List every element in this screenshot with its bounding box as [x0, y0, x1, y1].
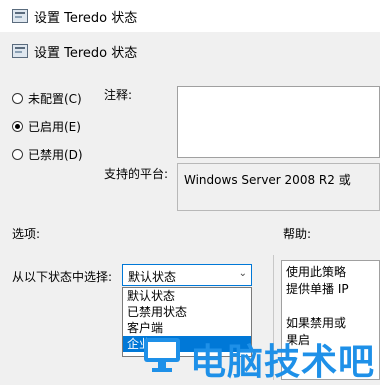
comment-textarea[interactable] [177, 86, 380, 158]
radio-checked-icon [12, 120, 23, 132]
site-watermark: 电脑技术吧 [140, 330, 380, 383]
state-select-label: 从以下状态中选择: [12, 270, 113, 284]
radio-disabled[interactable]: 已禁用(D) [12, 145, 83, 163]
platform-label: 支持的平台: [104, 167, 169, 181]
watermark-text: 电脑技术吧 [190, 342, 376, 383]
radio-label: 未配置(C) [28, 91, 82, 106]
help-line [286, 298, 379, 315]
radio-circle-icon [12, 92, 23, 104]
window-title: 设置 Teredo 状态 [34, 11, 138, 26]
comment-label: 注释: [104, 88, 133, 102]
options-label: 选项: [12, 227, 41, 241]
state-select-value: 默认状态 [128, 270, 177, 284]
computer-logo-icon [144, 338, 180, 372]
chevron-down-icon: ⌄ [238, 268, 247, 279]
help-label: 帮助: [283, 227, 312, 241]
radio-circle-icon [12, 148, 23, 160]
help-line: 使用此策略 [286, 265, 347, 279]
platform-field: Windows Server 2008 R2 或 [177, 163, 380, 211]
state-select[interactable]: 默认状态 ⌄ [122, 264, 252, 286]
title-bar: 设置 Teredo 状态 [0, 0, 380, 32]
platform-value: Windows Server 2008 R2 或 [184, 173, 351, 187]
dropdown-option-default[interactable]: 默认状态 [123, 288, 251, 304]
radio-enabled[interactable]: 已启用(E) [12, 117, 81, 135]
policy-setting-icon [12, 44, 28, 58]
radio-label: 已禁用(D) [28, 147, 83, 162]
setting-title: 设置 Teredo 状态 [34, 46, 138, 61]
radio-not-configured[interactable]: 未配置(C) [12, 89, 82, 107]
policy-app-icon [12, 9, 28, 23]
help-line: 提供单播 IP [286, 282, 349, 296]
radio-label: 已启用(E) [28, 119, 81, 134]
dropdown-option-disabled[interactable]: 已禁用状态 [123, 304, 251, 320]
